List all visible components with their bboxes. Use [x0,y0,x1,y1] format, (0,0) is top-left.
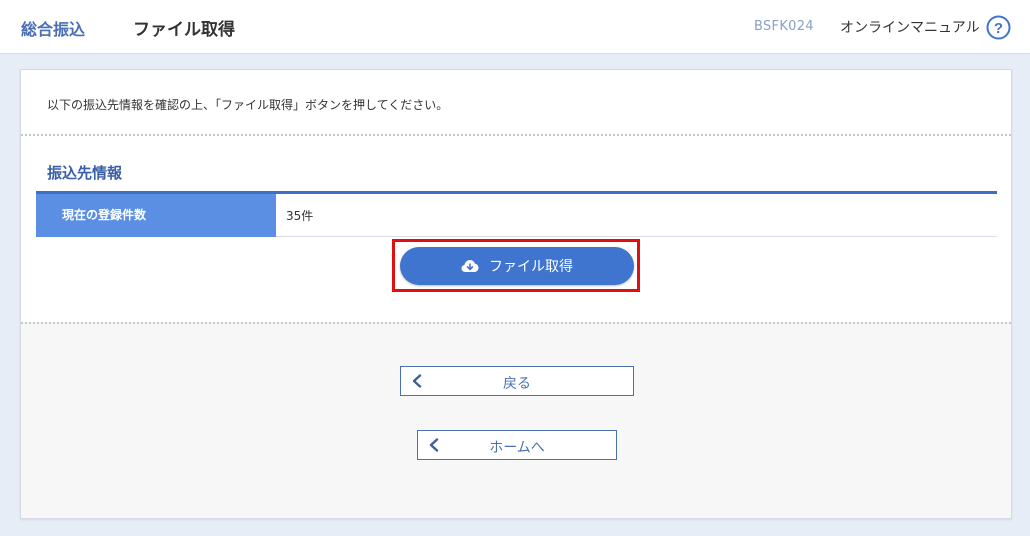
page-title: ファイル取得 [133,20,235,40]
content-panel: 以下の振込先情報を確認の上、「ファイル取得」ボタンを押してください。 振込先情報… [20,69,1012,519]
file-download-label: ファイル取得 [489,259,573,275]
table-header-registered-count: 現在の登録件数 [36,194,276,237]
screen-id: BSFK024 [754,19,814,34]
footer-area: 戻る ホームへ [21,322,1011,518]
help-icon[interactable]: ? [986,15,1011,40]
home-button-label: ホームへ [489,440,545,456]
table-value-registered-count: 35件 [286,209,314,223]
help-glyph: ? [994,20,1003,37]
section-title: 振込先情報 [47,164,123,182]
back-button-label: 戻る [503,376,531,392]
home-button[interactable]: ホームへ [417,430,617,460]
cloud-download-icon [461,260,479,272]
online-manual-link[interactable]: オンラインマニュアル [840,17,980,37]
page-header: 総合振込 ファイル取得 BSFK024 オンラインマニュアル ? [0,0,1030,54]
info-table: 現在の登録件数 35件 [36,194,997,237]
back-button[interactable]: 戻る [400,366,634,396]
instruction-text: 以下の振込先情報を確認の上、「ファイル取得」ボタンを押してください。 [47,98,449,112]
breadcrumb: 総合振込 [21,20,86,39]
file-download-button[interactable]: ファイル取得 [400,247,634,285]
divider [21,134,1011,136]
